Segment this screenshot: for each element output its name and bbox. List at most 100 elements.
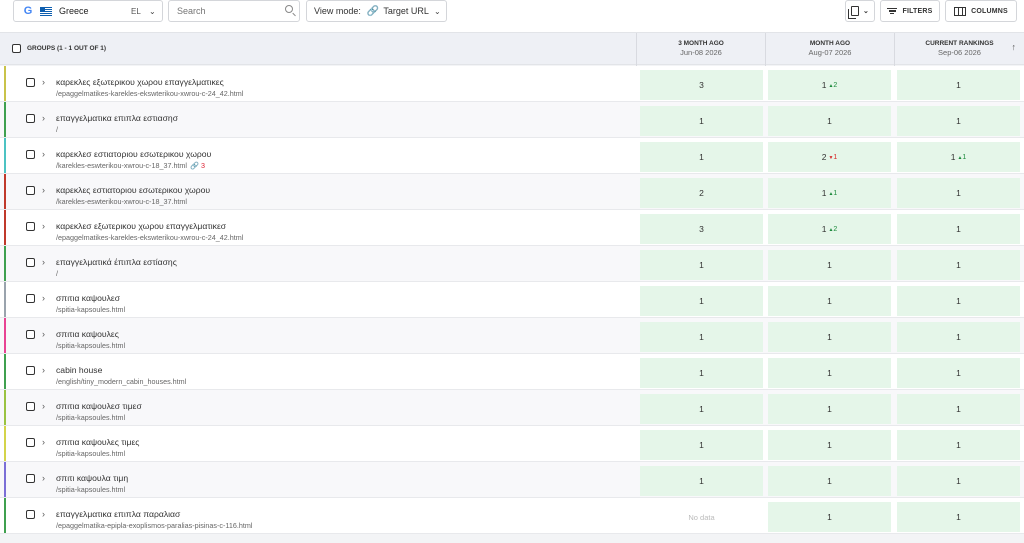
row-checkbox[interactable] [26,294,35,303]
row-checkbox[interactable] [26,222,35,231]
group-color-bar [4,498,6,533]
column-3-month-ago[interactable]: 3 MONTH AGO Jun-08 2026 [636,33,765,66]
rank-change-value: 1 [833,189,838,197]
table-row[interactable]: › σπιτια καψουλεσ τιμεσ /spitia-kapsoule… [0,390,1024,426]
filters-button[interactable]: FILTERS [880,0,940,22]
row-checkbox[interactable] [26,438,35,447]
rank-cell-month-ago: 1 [768,466,891,496]
target-url[interactable]: / [56,125,58,134]
chevron-right-icon[interactable]: › [42,365,45,375]
target-url[interactable]: /epaggelmatikes-karekles-ekswterikou-xwr… [56,89,243,98]
rank-value: 1 [699,260,704,270]
target-url[interactable]: /spitia-kapsoules.html [56,413,125,422]
column-month-ago[interactable]: MONTH AGO Aug-07 2026 [765,33,894,66]
target-url[interactable]: /spitia-kapsoules.html [56,485,125,494]
sort-arrow-icon[interactable]: ↑ [1012,42,1017,52]
row-checkbox[interactable] [26,510,35,519]
row-checkbox[interactable] [26,402,35,411]
table-row[interactable]: › καρεκλες εστιατοριου εσωτερικου χωρου … [0,174,1024,210]
grid-header: GROUPS (1 - 1 OUT OF 1) 3 MONTH AGO Jun-… [0,32,1024,66]
rank-value: 1 [956,188,961,198]
copy-button[interactable]: ⌄ [845,0,875,22]
row-checkbox[interactable] [26,330,35,339]
url-text: / [56,125,58,134]
url-text: /spitia-kapsoules.html [56,449,126,458]
keyword-text: καρεκλες εξωτερικου χωρου επαγγελματικες [56,77,224,87]
column-title: MONTH AGO [809,40,851,47]
target-url[interactable]: /epaggelmatikes-karekles-ekswterikou-xwr… [56,233,243,242]
rank-cell-current: 1 [897,286,1020,316]
table-row[interactable]: › σπιτια καψουλες τιμες /spitia-kapsoule… [0,426,1024,462]
view-mode-select[interactable]: View mode: 🔗 Target URL ⌄ [306,0,447,22]
rank-change-up: ▲1 [828,190,837,197]
chevron-right-icon[interactable]: › [42,293,45,303]
table-row[interactable]: › καρεκλεσ εστιατοριου εσωτερικου χωρου … [0,138,1024,174]
chevron-right-icon[interactable]: › [42,401,45,411]
url-text: /karekles-eswterikou-xwrou-c-18_37.html [56,197,188,206]
table-row[interactable]: › σπιτια καψουλεσ /spitia-kapsoules.html… [0,282,1024,318]
target-url[interactable]: /english/tiny_modern_cabin_houses.html [56,377,186,386]
select-all-checkbox[interactable] [12,44,21,53]
rank-change-value: 1 [962,153,967,161]
column-current-rankings[interactable]: CURRENT RANKINGS Sep-06 2026 ↑ [894,33,1024,66]
group-color-bar [4,390,6,425]
row-checkbox[interactable] [26,258,35,267]
row-checkbox[interactable] [26,114,35,123]
table-row[interactable]: › σπιτια καψουλες /spitia-kapsoules.html… [0,318,1024,354]
chevron-down-icon: ⌄ [862,8,870,15]
columns-button[interactable]: COLUMNS [945,0,1017,22]
chevron-right-icon[interactable]: › [42,221,45,231]
chevron-right-icon[interactable]: › [42,257,45,267]
chevron-right-icon[interactable]: › [42,473,45,483]
url-text: /epaggelmatikes-karekles-ekswterikou-xwr… [56,89,244,98]
table-row[interactable]: › cabin house /english/tiny_modern_cabin… [0,354,1024,390]
target-url[interactable]: /spitia-kapsoules.html [56,449,125,458]
table-row[interactable]: › επαγγελματικά έπιπλα εστίασης / 1 1 1 [0,246,1024,282]
target-url[interactable]: /karekles-eswterikou-xwrou-c-18_37.html [56,197,187,206]
chevron-right-icon[interactable]: › [42,509,45,519]
table-row[interactable]: › σπιτι καψουλα τιμη /spitia-kapsoules.h… [0,462,1024,498]
table-row[interactable]: › καρεκλεσ εξωτερικου χωρου επαγγελματικ… [0,210,1024,246]
link-icon[interactable]: 🔗 [190,161,199,170]
search-field[interactable] [168,0,300,22]
row-checkbox[interactable] [26,78,35,87]
table-row[interactable]: › επαγγελματικα επιπλα εστιασησ / 1 1 1 [0,102,1024,138]
row-checkbox[interactable] [26,150,35,159]
search-icon [285,5,293,13]
rank-cell-month-ago: 1 [768,430,891,460]
row-checkbox[interactable] [26,474,35,483]
target-url[interactable]: /spitia-kapsoules.html [56,305,125,314]
rank-cell-3-month-ago: 3 [640,214,763,244]
row-checkbox[interactable] [26,366,35,375]
rank-value: 3 [699,224,704,234]
url-text: /epaggelmatikes-karekles-ekswterikou-xwr… [56,233,244,242]
chevron-right-icon[interactable]: › [42,185,45,195]
rank-cell-month-ago: 1 ▲2 [768,214,891,244]
target-url[interactable]: / [56,269,58,278]
rank-value: 1 [699,116,704,126]
rank-value: 1 [821,188,827,198]
rank-cell-3-month-ago: 3 [640,70,763,100]
keyword-text: καρεκλες εστιατοριου εσωτερικου χωρου [56,185,211,195]
keyword-text: επαγγελματικα επιπλα παραλιασ [56,509,181,519]
chevron-right-icon[interactable]: › [42,329,45,339]
search-input[interactable] [177,1,277,21]
location-select[interactable]: G Greece EL ⌄ [13,0,163,22]
target-url[interactable]: /epaggelmatika-epipla-exoplismos-paralia… [56,521,252,530]
url-text: /english/tiny_modern_cabin_houses.html [56,377,187,386]
chevron-right-icon[interactable]: › [42,437,45,447]
rank-cell-current: 1 [897,394,1020,424]
group-color-bar [4,210,6,245]
table-row[interactable]: › επαγγελματικα επιπλα παραλιασ /epaggel… [0,498,1024,534]
chevron-right-icon[interactable]: › [42,149,45,159]
rank-value: 1 [699,368,704,378]
rank-cell-current: 1 [897,322,1020,352]
rank-cell-current: 1 [897,106,1020,136]
chevron-right-icon[interactable]: › [42,113,45,123]
target-url[interactable]: /spitia-kapsoules.html [56,341,125,350]
row-checkbox[interactable] [26,186,35,195]
chevron-right-icon[interactable]: › [42,77,45,87]
table-row[interactable]: › καρεκλες εξωτερικου χωρου επαγγελματικ… [0,66,1024,102]
url-text: /spitia-kapsoules.html [56,485,126,494]
target-url[interactable]: /karekles-eswterikou-xwrou-c-18_37.html 🔗… [56,161,205,170]
